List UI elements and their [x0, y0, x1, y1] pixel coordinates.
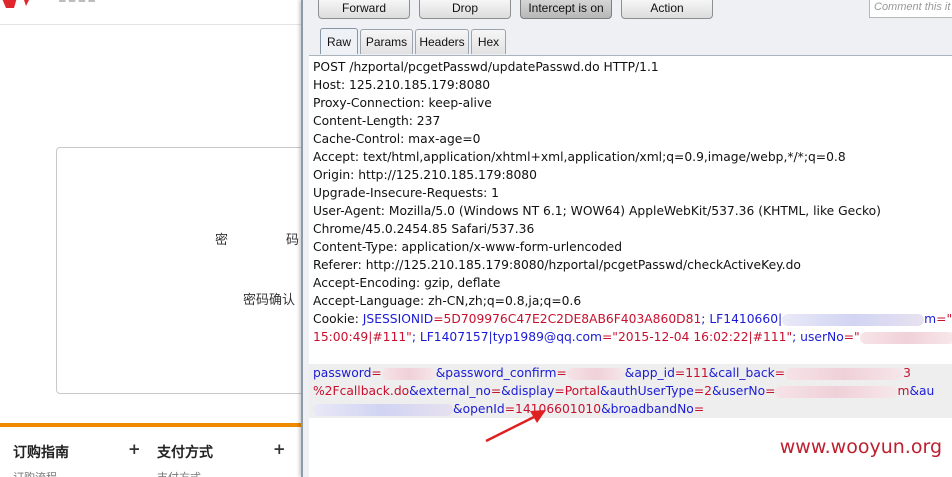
- param-password-key: password: [313, 366, 372, 380]
- password-label-part-2: 码: [286, 233, 300, 248]
- param-eq: =: [774, 366, 786, 380]
- header-accept-language: Accept-Language: zh-CN,zh;q=0.8,ja;q=0.6: [313, 294, 582, 308]
- cookie-lf-key: ; LF1410660|: [701, 312, 783, 326]
- header-user-agent-cont: Chrome/45.0.2454.85 Safari/537.36: [313, 222, 535, 236]
- web-page-panel: ▪▪▪▪ 密 码 密码确认 订购指南 + 支付方式 + 订购流程 支付方式: [0, 0, 301, 477]
- cookie-value-start: ="20: [936, 312, 952, 326]
- footer-expand-icon[interactable]: +: [128, 440, 141, 458]
- cookie-userno-key: ; userNo: [792, 330, 844, 344]
- header-cache-control: Cache-Control: max-age=0: [313, 132, 481, 146]
- header-referer: Referer: http://125.210.185.179:8080/hzp…: [313, 258, 801, 272]
- param-eq: =: [371, 366, 382, 380]
- param-call-back-tail: 3: [903, 366, 911, 380]
- redacted-blur: [782, 313, 925, 326]
- cookie-jsessionid-key: JSESSIONID: [362, 312, 434, 326]
- cookie-jsessionid-value: =5D709976C47E2C2DE8AB6F403A860D81: [433, 312, 702, 326]
- header-divider: [0, 24, 301, 25]
- tab-raw[interactable]: Raw: [320, 28, 358, 54]
- header-accept-encoding: Accept-Encoding: gzip, deflate: [313, 276, 501, 290]
- param-display-value: =Portal: [554, 384, 601, 398]
- watermark: www.wooyun.org: [779, 436, 942, 458]
- tab-headers[interactable]: Headers: [415, 29, 469, 54]
- comment-input[interactable]: Comment this it: [869, 0, 952, 18]
- intercept-toggle-button[interactable]: Intercept is on: [520, 0, 612, 19]
- password-confirm-label: 密码确认: [243, 293, 296, 308]
- header-cookie: Cookie: JSESSIONID=5D709976C47E2C2DE8AB6…: [313, 310, 952, 328]
- param-auth-key-fragment: &au: [909, 384, 935, 398]
- param-eq: =: [556, 366, 567, 380]
- header-host: Host: 125.210.185.179:8080: [313, 78, 491, 92]
- request-line: POST /hzportal/pcgetPasswd/updatePasswd.…: [313, 60, 659, 74]
- password-form-box: [56, 147, 301, 394]
- param-app-id-value: =111: [674, 366, 709, 380]
- param-password-confirm-key: &password_confirm: [435, 366, 557, 380]
- tab-params[interactable]: Params: [360, 29, 413, 54]
- drop-button[interactable]: Drop: [419, 0, 511, 19]
- footer-expand-icon[interactable]: +: [273, 440, 286, 458]
- redacted-blur: [859, 331, 952, 344]
- redacted-blur: [313, 403, 453, 416]
- raw-request-editor[interactable]: POST /hzportal/pcgetPasswd/updatePasswd.…: [309, 55, 952, 477]
- param-eq: =: [765, 384, 776, 398]
- annotation-arrow-icon: [485, 410, 546, 443]
- header-content-type: Content-Type: application/x-www-form-url…: [313, 240, 623, 254]
- cookie-userno-value: =": [843, 330, 860, 344]
- header-upgrade-insecure: Upgrade-Insecure-Requests: 1: [313, 186, 499, 200]
- action-button[interactable]: Action: [621, 0, 713, 19]
- param-external-no-key: &external_no: [409, 384, 491, 398]
- tab-hex[interactable]: Hex: [471, 29, 506, 54]
- header-content-length: Content-Length: 237: [313, 114, 441, 128]
- header-accept: Accept: text/html,application/xhtml+xml,…: [313, 150, 846, 164]
- forward-button[interactable]: Forward: [318, 0, 410, 19]
- cookie-lf2-key: ; LF1407157|typ1989@qq.com: [411, 330, 602, 344]
- cookie-m-key: m: [924, 312, 937, 326]
- header-cookie-cont: 15:00:49|#111"; LF1407157|typ1989@qq.com…: [313, 328, 952, 346]
- footer-title-order-guide[interactable]: 订购指南: [13, 442, 69, 462]
- footer-accent-bar: [0, 423, 301, 427]
- body-line-1: password= &password_confirm= &app_id=111&c…: [313, 364, 911, 382]
- cookie-label: Cookie:: [313, 312, 363, 326]
- cookie-lf2-value: ="2015-12-04 16:02:22|#111": [601, 330, 793, 344]
- param-user-no-tail: m: [897, 384, 910, 398]
- redacted-blur: [785, 367, 904, 380]
- header-proxy-connection: Proxy-Connection: keep-alive: [313, 96, 492, 110]
- redacted-blur: [566, 367, 625, 380]
- footer-title-payment[interactable]: 支付方式: [157, 442, 213, 462]
- header-origin: Origin: http://125.210.185.179:8080: [313, 168, 537, 182]
- param-call-back-key: &call_back: [708, 366, 775, 380]
- param-user-no-key: &userNo: [712, 384, 766, 398]
- param-app-id-key: &app_id: [624, 366, 675, 380]
- cookie-lf-value: 15:00:49|#111": [313, 330, 412, 344]
- logo-icon: [2, 0, 29, 8]
- redacted-blur: [381, 367, 436, 380]
- param-call-back-value: %2Fcallback.do: [313, 384, 410, 398]
- burp-intercept-window: Forward Drop Intercept is on Action Comm…: [301, 0, 952, 477]
- password-label-part-1: 密: [215, 233, 229, 248]
- footer-link-order-process[interactable]: 订购流程: [13, 469, 57, 477]
- footer-link-payment-method[interactable]: 支付方式: [157, 469, 201, 477]
- header-user-agent: User-Agent: Mozilla/5.0 (Windows NT 6.1;…: [313, 204, 881, 218]
- redacted-blur: [775, 385, 898, 398]
- param-display-key: &display: [501, 384, 555, 398]
- param-eq: =: [693, 402, 705, 416]
- logo-text: ▪▪▪▪: [58, 0, 97, 6]
- param-eq: =: [490, 384, 502, 398]
- param-auth-user-type-key: &authUserType: [600, 384, 694, 398]
- param-broadband-no-key: &broadbandNo: [601, 402, 694, 416]
- body-line-2: %2Fcallback.do&external_no=&display=Port…: [313, 382, 934, 400]
- param-auth-user-type-value: =2: [693, 384, 712, 398]
